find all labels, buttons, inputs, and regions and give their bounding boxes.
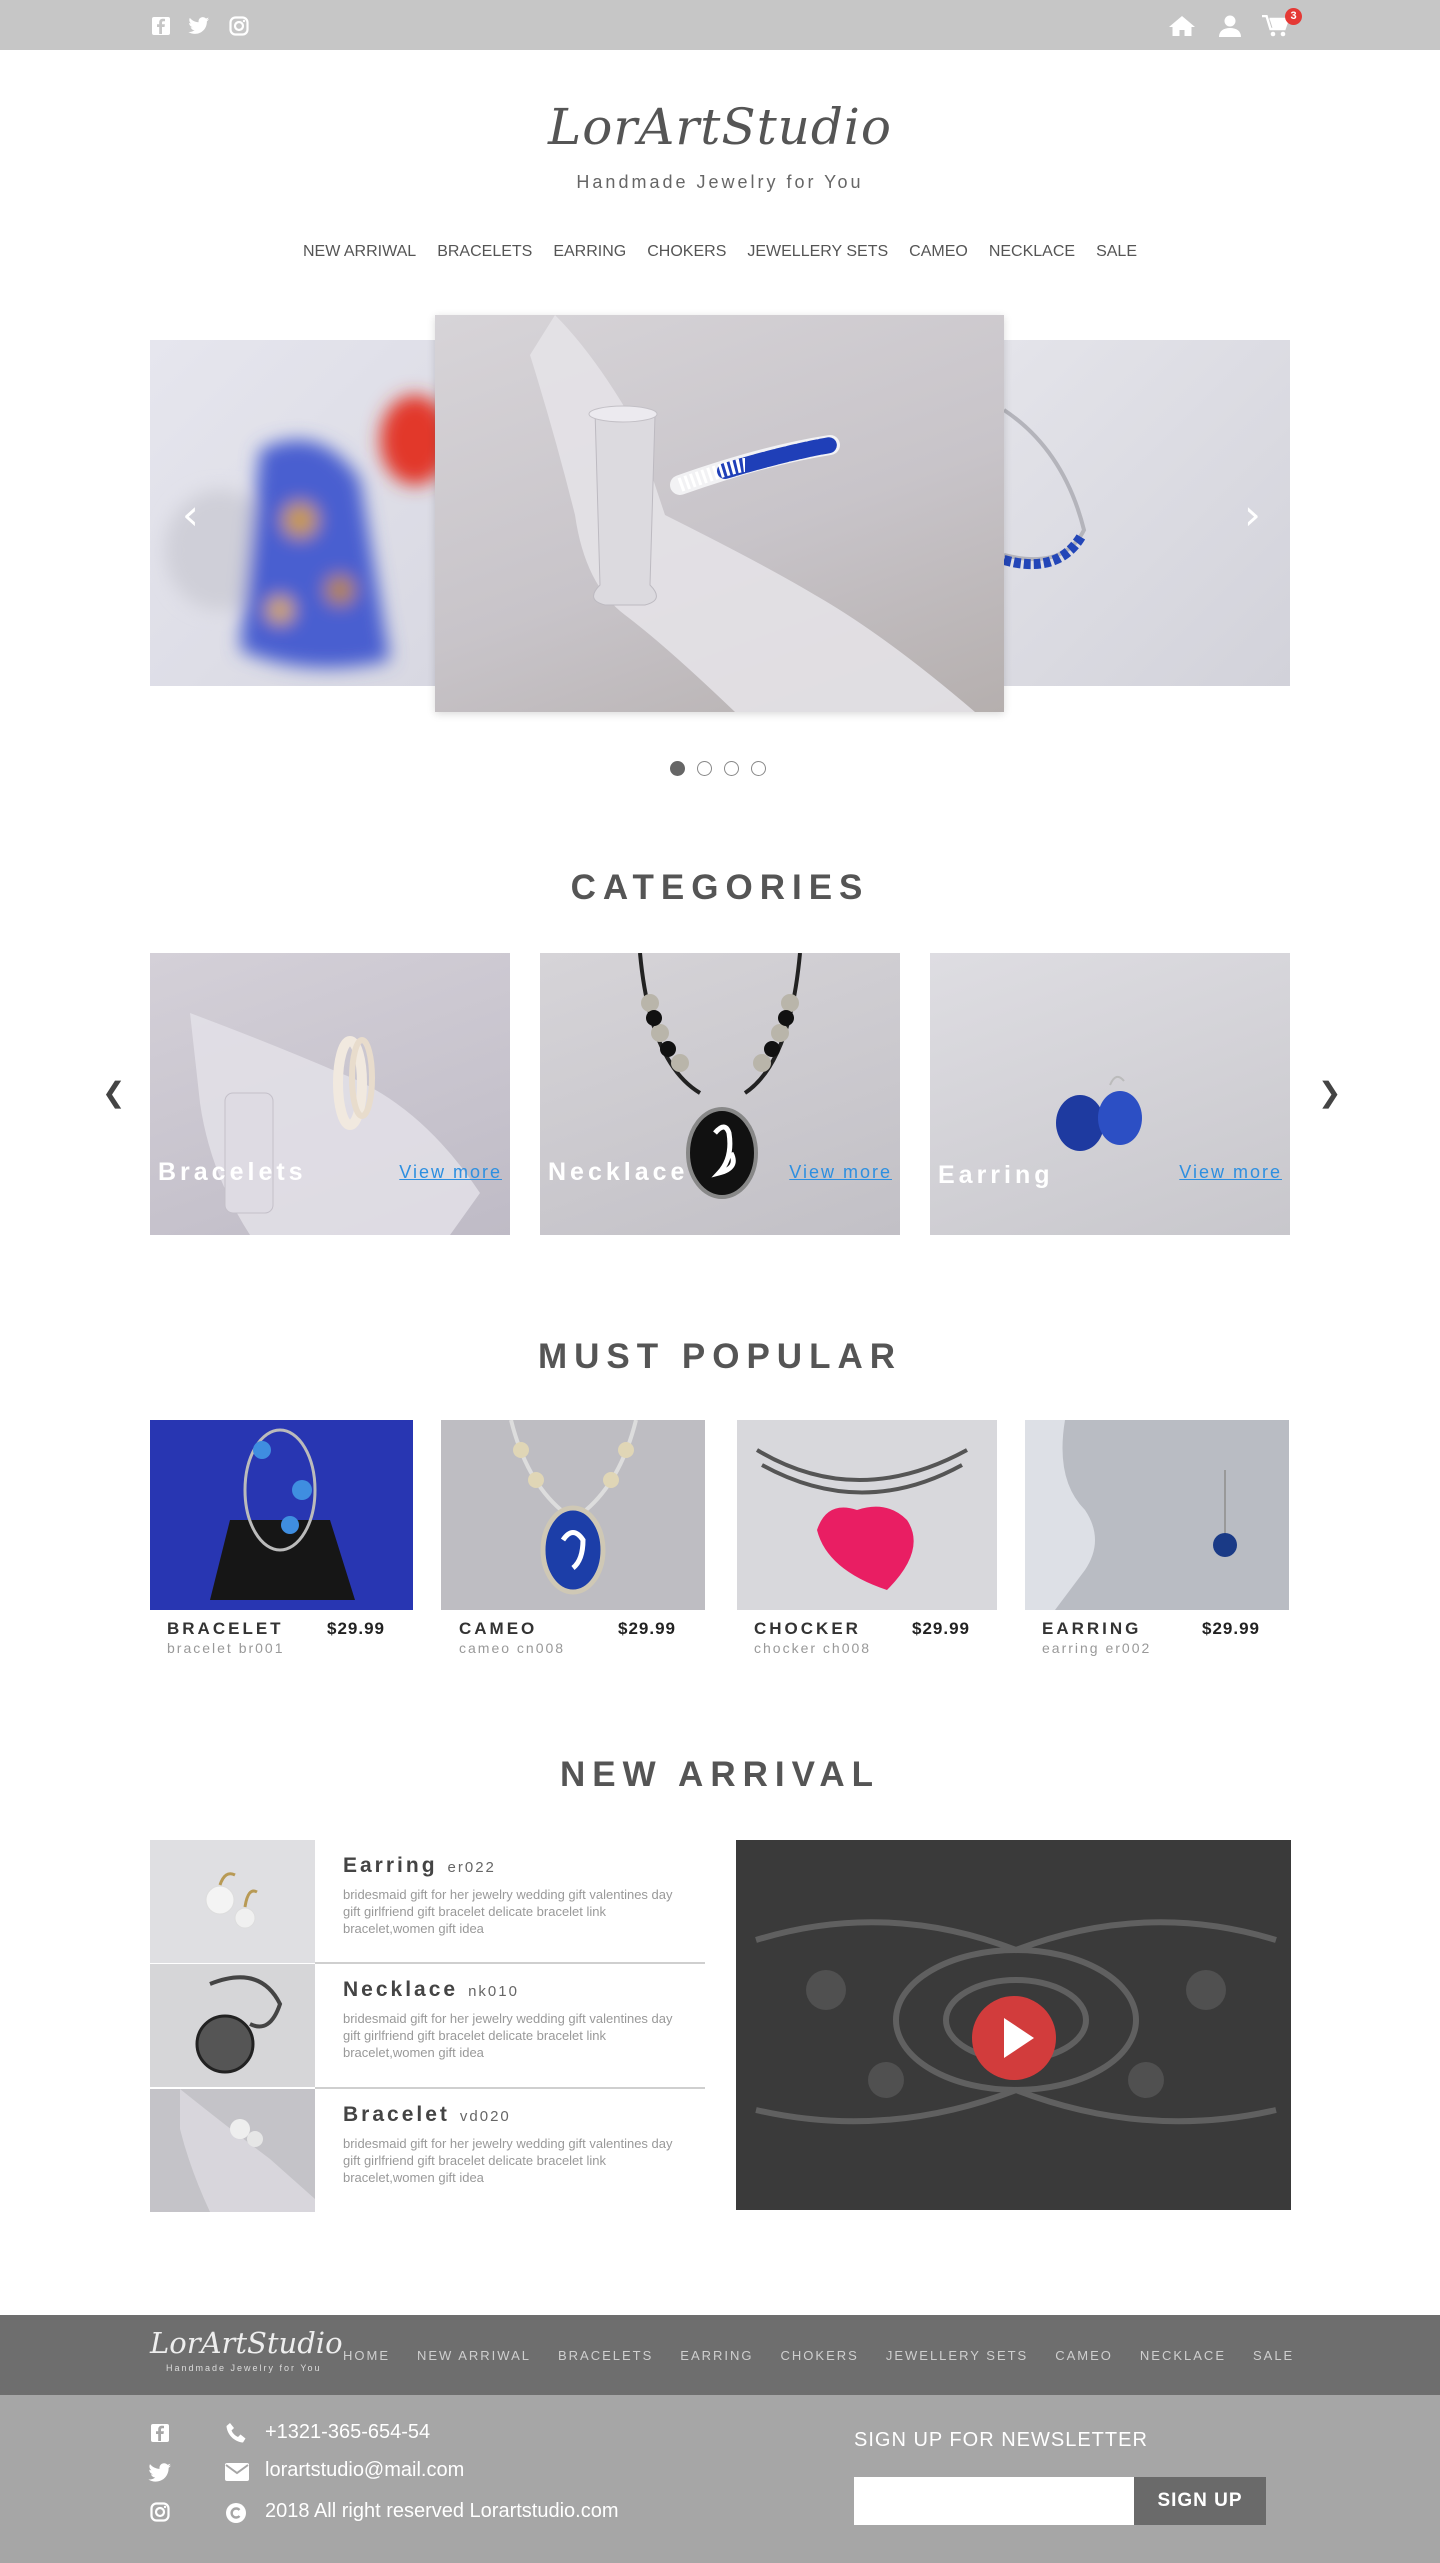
popular-product-image-cameo[interactable]	[441, 1420, 705, 1610]
nav-item-jewellery-sets[interactable]: JEWELLERY SETS	[747, 243, 888, 261]
footer-tagline: Handmade Jewelry for You	[166, 2363, 322, 2373]
slider-dot-3[interactable]	[724, 761, 739, 776]
user-icon[interactable]	[1218, 15, 1242, 37]
category-name: Earring	[938, 1161, 1054, 1189]
new-arrival-name[interactable]: Bracelet	[343, 2103, 450, 2126]
new-arrival-thumbnail[interactable]	[150, 1964, 315, 2087]
popular-product-subtitle: earring er002	[1042, 1640, 1152, 1656]
home-icon[interactable]	[1168, 15, 1196, 37]
popular-product-price: $29.99	[327, 1619, 385, 1638]
footer-nav-necklace[interactable]: NECKLACE	[1140, 2348, 1226, 2363]
popular-product-title[interactable]: CHOCKER	[754, 1619, 861, 1639]
popular-product-image-chocker[interactable]	[737, 1420, 997, 1610]
new-arrival-item[interactable]: Necklace nk010 bridesmaid gift for her je…	[150, 1964, 705, 2087]
new-arrival-description: bridesmaid gift for her jewelry wedding …	[343, 2011, 673, 2060]
category-name: Bracelets	[158, 1158, 307, 1186]
top-bar: 3	[0, 0, 1440, 50]
new-arrival-code: vd020	[459, 2108, 511, 2125]
footer-instagram-icon[interactable]	[150, 2502, 170, 2527]
footer-nav-sale[interactable]: SALE	[1253, 2348, 1294, 2363]
nav-item-cameo[interactable]: CAMEO	[909, 243, 968, 261]
popular-product-image-bracelet[interactable]	[150, 1420, 413, 1610]
new-arrival-name[interactable]: Necklace	[343, 1978, 458, 2001]
slider-dot-4[interactable]	[751, 761, 766, 776]
popular-product-subtitle: bracelet br001	[167, 1640, 285, 1656]
footer-nav-jewellery-sets[interactable]: JEWELLERY SETS	[886, 2348, 1028, 2363]
copyright-icon	[225, 2502, 247, 2529]
mail-icon	[225, 2463, 249, 2486]
brand-tagline: Handmade Jewelry for You	[576, 172, 864, 192]
footer-nav: HOME NEW ARRIWAL BRACELETS EARRING CHOKE…	[343, 2348, 1294, 2363]
new-arrival-code: er022	[447, 1859, 496, 1876]
popular-product-title[interactable]: BRACELET	[167, 1619, 284, 1639]
footer-nav-earring[interactable]: EARRING	[680, 2348, 753, 2363]
newsletter-signup-button[interactable]: SIGN UP	[1134, 2477, 1266, 2525]
slider-dot-1[interactable]	[670, 761, 685, 776]
nav-item-necklace[interactable]: NECKLACE	[989, 243, 1075, 261]
new-arrival-item[interactable]: Earring er022 bridesmaid gift for her jew…	[150, 1840, 705, 1963]
cart-count-badge: 3	[1285, 8, 1302, 25]
popular-product-price: $29.99	[1202, 1619, 1260, 1638]
newsletter-email-input[interactable]	[854, 2477, 1134, 2525]
popular-product-image-earring[interactable]	[1025, 1420, 1289, 1610]
phone-icon	[225, 2422, 247, 2449]
slider-dot-2[interactable]	[697, 761, 712, 776]
footer-email[interactable]: lorartstudio@mail.com	[265, 2459, 464, 2482]
popular-product-title[interactable]: EARRING	[1042, 1619, 1141, 1639]
categories-heading: CATEGORIES	[570, 868, 870, 907]
popular-product-subtitle: cameo cn008	[459, 1640, 566, 1656]
facebook-icon[interactable]	[150, 15, 172, 37]
slider-next-arrow[interactable]: ›	[1244, 490, 1261, 539]
footer-nav-home[interactable]: HOME	[343, 2348, 390, 2363]
category-view-more-link[interactable]: View more	[789, 1162, 892, 1183]
popular-product-subtitle: chocker ch008	[754, 1640, 872, 1656]
footer-nav-bracelets[interactable]: BRACELETS	[558, 2348, 653, 2363]
footer-nav-cameo[interactable]: CAMEO	[1055, 2348, 1113, 2363]
new-arrival-thumbnail[interactable]	[150, 1840, 315, 1963]
nav-item-chokers[interactable]: CHOKERS	[647, 243, 726, 261]
footer-facebook-icon[interactable]	[150, 2423, 170, 2448]
nav-item-sale[interactable]: SALE	[1096, 243, 1137, 261]
nav-item-bracelets[interactable]: BRACELETS	[437, 243, 532, 261]
popular-product-title[interactable]: CAMEO	[459, 1619, 537, 1639]
slider-dots	[670, 761, 766, 776]
popular-product-price: $29.99	[912, 1619, 970, 1638]
new-arrival-title: Earring er022	[343, 1854, 496, 1878]
slider-prev-arrow[interactable]: ‹	[182, 490, 199, 539]
new-arrival-title: Bracelet vd020	[343, 2103, 511, 2127]
new-arrival-heading: NEW ARRIVAL	[559, 1755, 881, 1794]
popular-product-price: $29.99	[618, 1619, 676, 1638]
category-name: Necklace	[548, 1158, 689, 1186]
brand-logo[interactable]: LorArtStudio	[0, 98, 1440, 156]
category-view-more-link[interactable]: View more	[1179, 1162, 1282, 1183]
categories-next-arrow[interactable]: ❯	[1318, 1076, 1341, 1109]
twitter-icon[interactable]	[188, 15, 210, 37]
new-arrival-name[interactable]: Earring	[343, 1854, 438, 1877]
footer-twitter-icon[interactable]	[148, 2463, 172, 2488]
nav-item-new-arrival[interactable]: NEW ARRIWAL	[303, 243, 416, 261]
categories-prev-arrow[interactable]: ❮	[102, 1076, 125, 1109]
footer-nav-chokers[interactable]: CHOKERS	[781, 2348, 859, 2363]
category-card-necklace[interactable]: Necklace View more	[540, 953, 900, 1235]
instagram-icon[interactable]	[228, 15, 250, 37]
newsletter-heading: SIGN UP FOR NEWSLETTER	[854, 2429, 1148, 2451]
new-arrival-item[interactable]: Bracelet vd020 bridesmaid gift for her je…	[150, 2089, 705, 2212]
footer-logo[interactable]: LorArtStudio	[150, 2326, 343, 2360]
new-arrival-description: bridesmaid gift for her jewelry wedding …	[343, 1887, 673, 1936]
new-arrival-description: bridesmaid gift for her jewelry wedding …	[343, 2136, 673, 2185]
category-card-earring[interactable]: Earring View more	[930, 953, 1290, 1235]
category-card-bracelets[interactable]: Bracelets View more	[150, 953, 510, 1235]
footer-phone[interactable]: +1321-365-654-54	[265, 2421, 430, 2444]
video-play-button[interactable]	[972, 1996, 1056, 2080]
slide-current-image[interactable]	[435, 315, 1004, 712]
new-arrival-thumbnail[interactable]	[150, 2089, 315, 2212]
popular-heading: MUST POPULAR	[538, 1337, 902, 1376]
footer-nav-new-arrival[interactable]: NEW ARRIWAL	[417, 2348, 531, 2363]
main-nav: NEW ARRIWAL BRACELETS EARRING CHOKERS JE…	[0, 243, 1440, 261]
category-view-more-link[interactable]: View more	[399, 1162, 502, 1183]
new-arrival-title: Necklace nk010	[343, 1978, 519, 2002]
nav-item-earring[interactable]: EARRING	[553, 243, 626, 261]
footer-copyright: 2018 All right reserved Lorartstudio.com	[265, 2500, 619, 2522]
new-arrival-code: nk010	[468, 1983, 519, 2000]
